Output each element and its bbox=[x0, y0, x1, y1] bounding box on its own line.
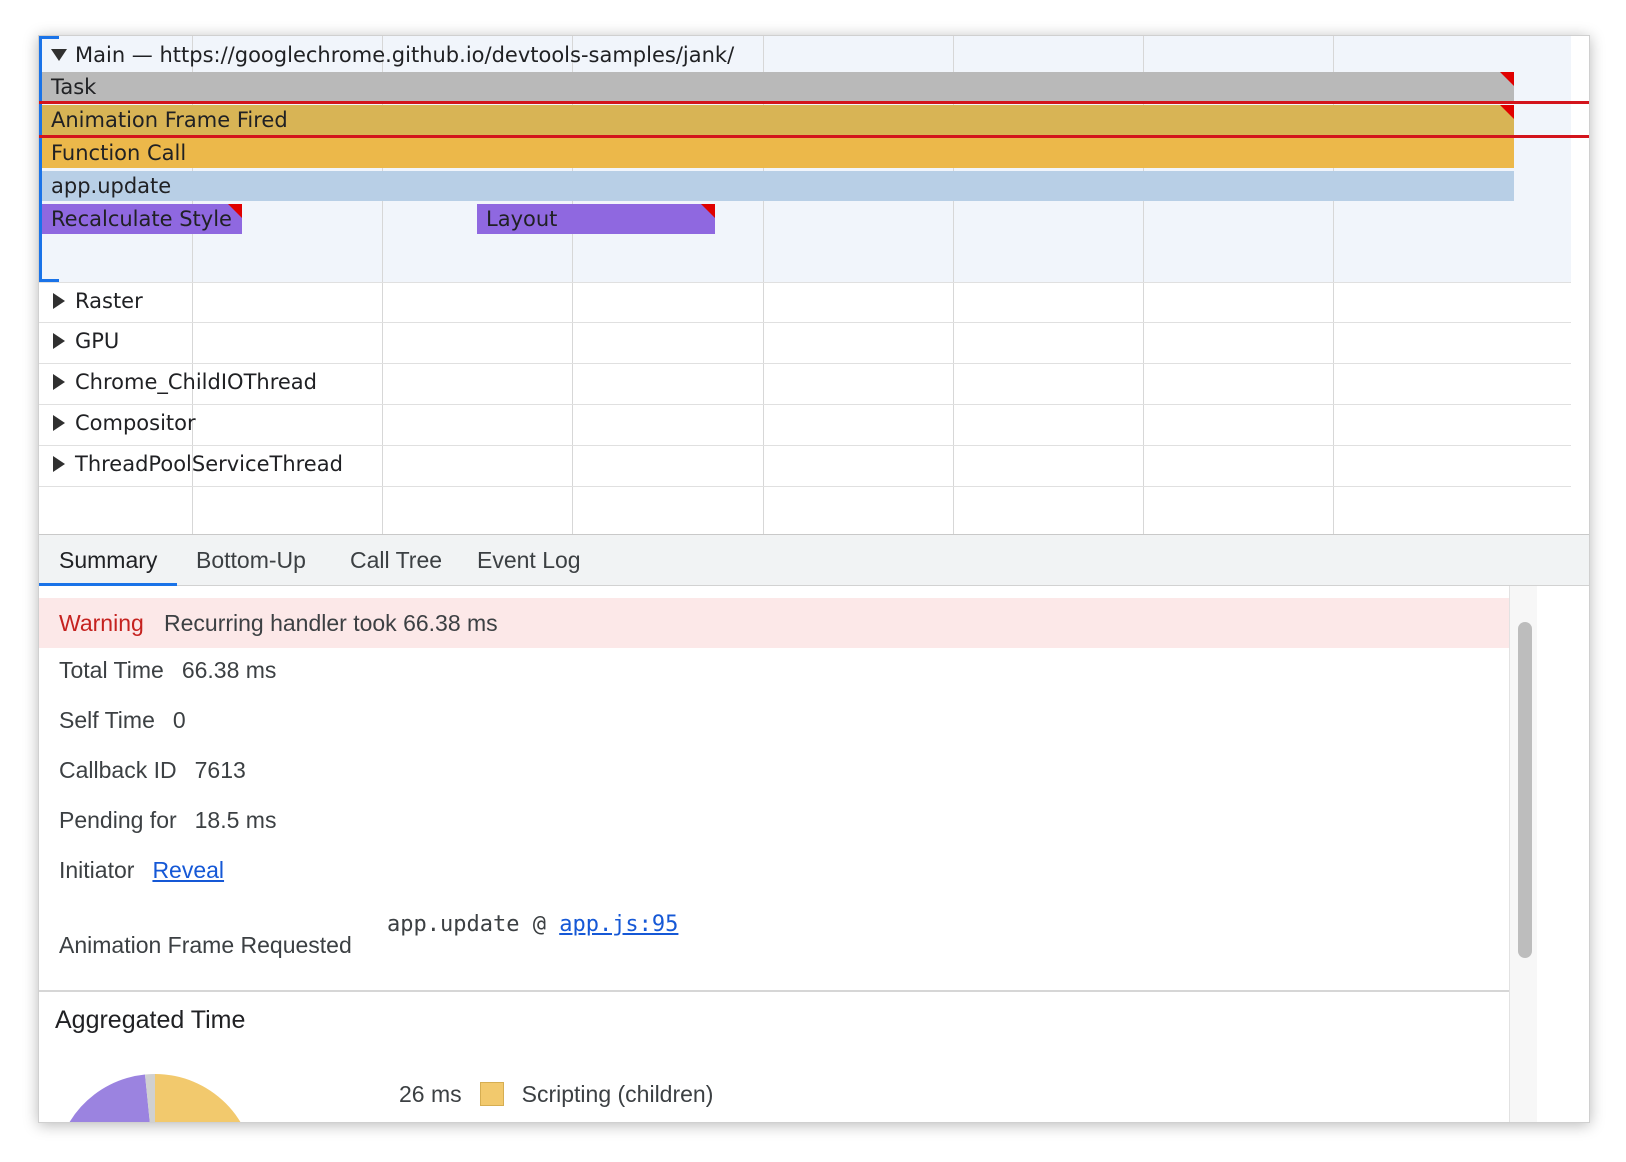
legend-item: 26 ms Scripting (children) bbox=[399, 1074, 713, 1114]
app-update-event[interactable]: app.update bbox=[42, 171, 1514, 201]
total-time-row: Total Time 66.38 ms bbox=[59, 650, 276, 690]
details-tab-bar: Summary Bottom-Up Call Tree Event Log bbox=[39, 534, 1589, 586]
recalculate-style-label: Recalculate Style bbox=[51, 207, 232, 231]
task-event[interactable]: Task bbox=[42, 72, 1514, 102]
tab-summary[interactable]: Summary bbox=[39, 535, 178, 586]
thread-label: GPU bbox=[75, 329, 120, 353]
forced-reflow-warning-icon bbox=[228, 204, 242, 218]
thread-row-compositor[interactable]: Compositor bbox=[39, 405, 1571, 446]
animation-frame-fired-label: Animation Frame Fired bbox=[51, 108, 288, 132]
source-link[interactable]: app.js:95 bbox=[559, 912, 678, 937]
collapse-triangle-icon[interactable] bbox=[51, 49, 67, 61]
thread-row-gpu[interactable]: GPU bbox=[39, 323, 1571, 364]
expand-triangle-icon[interactable] bbox=[53, 456, 65, 472]
app-update-label: app.update bbox=[51, 174, 172, 198]
scrollbar-thumb[interactable] bbox=[1518, 622, 1532, 958]
expand-triangle-icon[interactable] bbox=[53, 415, 65, 431]
forced-layout-warning-icon bbox=[701, 204, 715, 218]
tab-bottom-up[interactable]: Bottom-Up bbox=[176, 535, 326, 586]
warning-text: Recurring handler took 66.38 ms bbox=[164, 610, 498, 636]
task-event-label: Task bbox=[51, 75, 97, 99]
recalculate-style-event[interactable]: Recalculate Style bbox=[42, 204, 242, 234]
function-call-event[interactable]: Function Call bbox=[42, 138, 1514, 168]
expand-triangle-icon[interactable] bbox=[53, 374, 65, 390]
warning-row: Warning Recurring handler took 66.38 ms bbox=[39, 598, 1509, 648]
timeline-flame-chart[interactable]: Main — https://googlechrome.github.io/de… bbox=[39, 36, 1589, 534]
animation-frame-requested-label: Animation Frame Requested bbox=[59, 932, 352, 958]
tab-call-tree[interactable]: Call Tree bbox=[330, 535, 462, 586]
long-task-warning-icon bbox=[1500, 72, 1514, 86]
legend-value: 26 ms bbox=[399, 1080, 462, 1107]
legend-swatch bbox=[479, 1082, 504, 1106]
rendering-slice bbox=[69, 1074, 150, 1122]
thread-label: Raster bbox=[75, 289, 143, 313]
aggregated-time-pie-chart bbox=[69, 1074, 241, 1122]
total-time-label: Total Time bbox=[59, 657, 164, 683]
self-time-value: 0 bbox=[172, 707, 186, 733]
stack-frame: app.update @ app.js:95 bbox=[387, 912, 678, 937]
thread-label: Chrome_ChildIOThread bbox=[75, 370, 317, 394]
warning-label: Warning bbox=[59, 610, 144, 636]
long-event-warning-icon bbox=[1500, 105, 1514, 119]
callback-id-row: Callback ID 7613 bbox=[59, 750, 246, 790]
reveal-link[interactable]: Reveal bbox=[152, 857, 224, 883]
aggregated-time-title: Aggregated Time bbox=[55, 1006, 246, 1034]
function-call-label: Function Call bbox=[51, 141, 187, 165]
legend-label: Scripting (children) bbox=[521, 1080, 714, 1107]
expand-triangle-icon[interactable] bbox=[53, 333, 65, 349]
selection-outline-top bbox=[39, 101, 1589, 104]
scripting-slice bbox=[155, 1074, 241, 1122]
main-track-header[interactable]: Main — https://googlechrome.github.io/de… bbox=[51, 42, 734, 68]
summary-scrollbar[interactable] bbox=[1509, 586, 1537, 1122]
initiator-label: Initiator bbox=[59, 857, 135, 883]
self-time-label: Self Time bbox=[59, 707, 155, 733]
expand-triangle-icon[interactable] bbox=[53, 293, 65, 309]
thread-label: Compositor bbox=[75, 411, 196, 435]
pending-for-row: Pending for 18.5 ms bbox=[59, 800, 276, 840]
animation-frame-fired-event[interactable]: Animation Frame Fired bbox=[42, 105, 1514, 135]
devtools-performance-panel: Main — https://googlechrome.github.io/de… bbox=[38, 35, 1590, 1123]
thread-row-threadpoolservicethread[interactable]: ThreadPoolServiceThread bbox=[39, 446, 1571, 487]
layout-event[interactable]: Layout bbox=[477, 204, 715, 234]
section-divider bbox=[39, 990, 1509, 992]
stack-frame-at: @ bbox=[532, 912, 546, 937]
thread-row-raster[interactable]: Raster bbox=[39, 282, 1571, 323]
thread-label: ThreadPoolServiceThread bbox=[75, 452, 343, 476]
initiator-row: Initiator Reveal bbox=[59, 850, 224, 890]
thread-row-chrome-childiothread[interactable]: Chrome_ChildIOThread bbox=[39, 364, 1571, 405]
callback-id-value: 7613 bbox=[194, 757, 246, 783]
self-time-row: Self Time 0 bbox=[59, 700, 186, 740]
summary-pane: Warning Recurring handler took 66.38 ms … bbox=[39, 586, 1589, 1122]
callback-id-label: Callback ID bbox=[59, 757, 177, 783]
stack-frame-function: app.update bbox=[387, 912, 520, 937]
main-track-title: Main — https://googlechrome.github.io/de… bbox=[75, 43, 735, 67]
pending-for-label: Pending for bbox=[59, 807, 177, 833]
total-time-value: 66.38 ms bbox=[181, 657, 277, 683]
pending-for-value: 18.5 ms bbox=[194, 807, 277, 833]
layout-label: Layout bbox=[486, 207, 558, 231]
tab-event-log[interactable]: Event Log bbox=[457, 535, 601, 586]
